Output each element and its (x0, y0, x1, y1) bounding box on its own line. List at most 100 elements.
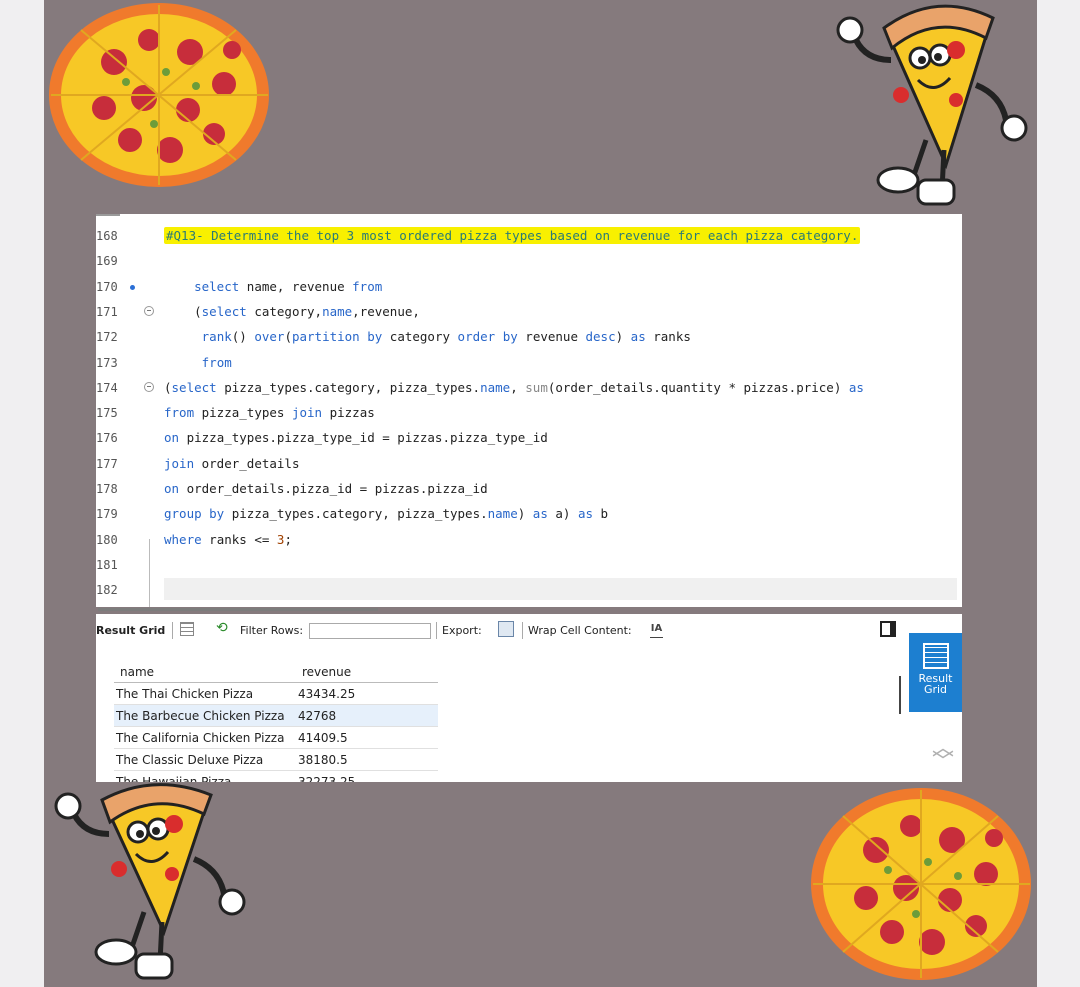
fold-toggle-icon[interactable] (144, 381, 154, 392)
code-token: ranks <= (201, 531, 277, 547)
table-row[interactable]: The Barbecue Chicken Pizza 42768 (114, 704, 438, 727)
table-row[interactable]: The Hawaiian Pizza 32273.25 (114, 770, 438, 782)
line-number: 179 (96, 507, 118, 522)
toolbar-separator (436, 622, 437, 639)
code-token: ,revenue, (352, 303, 420, 319)
result-panel: Result Grid ⟲ Filter Rows: Export: Wrap … (96, 614, 962, 782)
code-line[interactable]: 169 (96, 251, 962, 271)
result-grid-label[interactable]: Result Grid (96, 624, 165, 638)
code-line[interactable]: 178 on order_details.pizza_id = pizzas.pi… (96, 479, 962, 499)
code-token: pizza_types (194, 405, 292, 421)
code-token: (order_details.quantity * pizzas.price) (547, 379, 849, 395)
cell-revenue[interactable]: 38180.5 (296, 748, 438, 771)
cell-name[interactable]: The Classic Deluxe Pizza (114, 748, 296, 771)
code-token: join (164, 455, 195, 471)
code-text: where ranks <= 3; (164, 530, 292, 550)
table-row[interactable]: The California Chicken Pizza 41409.5 (114, 726, 438, 749)
code-text: #Q13- Determine the top 3 most ordered p… (164, 226, 861, 246)
code-text: (select pizza_types.category, pizza_type… (164, 378, 864, 398)
pizza-mascot-icon (836, 4, 1028, 206)
cell-revenue[interactable]: 41409.5 (296, 726, 438, 749)
line-number: 173 (96, 355, 118, 370)
cell-revenue[interactable]: 43434.25 (296, 682, 438, 705)
line-number: 175 (96, 406, 118, 421)
result-grid-table[interactable]: name revenue The Thai Chicken Pizza 43434… (114, 661, 438, 782)
cell-name[interactable]: The Thai Chicken Pizza (114, 682, 296, 705)
cell-name[interactable]: The California Chicken Pizza (114, 726, 296, 749)
code-token: as (630, 329, 646, 345)
code-text: from (164, 353, 232, 373)
side-label-line2: Grid (923, 683, 948, 696)
code-token: sum (525, 379, 548, 395)
code-token: () (231, 329, 255, 345)
chevron-down-icon[interactable]: ﹀ (930, 752, 956, 774)
code-line[interactable]: 177 join order_details (96, 454, 962, 474)
code-line[interactable]: 172 rank() over(partition by category or… (96, 327, 962, 347)
code-token: ) (615, 329, 631, 345)
toolbar-separator (172, 622, 173, 639)
code-line[interactable]: 180 where ranks <= 3; (96, 530, 962, 550)
wrap-cell-icon[interactable]: IA (650, 621, 663, 638)
code-token: from (164, 405, 195, 421)
code-text: select name, revenue from (164, 277, 382, 297)
code-line[interactable]: 174 (select pizza_types.category, pizza_t… (96, 378, 962, 398)
line-number: 181 (96, 557, 118, 572)
panel-chevrons[interactable]: ︿ ﹀ (930, 738, 956, 782)
code-line[interactable]: 181 (96, 555, 962, 575)
code-token: order_details (194, 455, 300, 471)
code-line[interactable]: 179 group by pizza_types.category, pizza_… (96, 504, 962, 524)
column-header-name[interactable]: name (114, 661, 296, 683)
code-token: as (848, 379, 864, 395)
cell-name[interactable]: The Barbecue Chicken Pizza (114, 704, 296, 727)
code-text: (select category,name,revenue, (164, 302, 420, 322)
code-token: b (593, 506, 609, 522)
refresh-icon[interactable]: ⟲ (216, 620, 228, 636)
column-header-revenue[interactable]: revenue (296, 661, 438, 683)
code-token: name (480, 379, 511, 395)
code-line[interactable]: 171 (select category,name,revenue, (96, 302, 962, 322)
code-token: select (171, 379, 217, 395)
code-text: from pizza_types join pizzas (164, 403, 375, 423)
code-token: pizza_types.category, pizza_types. (224, 506, 488, 522)
code-text: on pizza_types.pizza_type_id = pizzas.pi… (164, 428, 548, 448)
code-token: a) (547, 506, 578, 522)
wrap-cell-label: Wrap Cell Content: (528, 624, 632, 637)
sql-editor[interactable]: 168 #Q13- Determine the top 3 most ordere… (96, 214, 962, 607)
line-number: 180 (96, 532, 118, 547)
sql-comment: #Q13- Determine the top 3 most ordered p… (164, 227, 861, 244)
cell-revenue[interactable]: 42768 (296, 704, 438, 727)
code-line[interactable]: 173 from (96, 353, 962, 373)
result-toolbar: Result Grid ⟲ Filter Rows: Export: Wrap … (96, 614, 908, 648)
filter-rows-input[interactable] (309, 623, 431, 639)
code-line[interactable]: 168 #Q13- Determine the top 3 most ordere… (96, 226, 962, 246)
line-number: 169 (96, 254, 118, 269)
cell-name[interactable]: The Hawaiian Pizza (114, 770, 296, 782)
line-number: 171 (96, 304, 118, 319)
result-grid-side-button[interactable]: Result Grid (909, 633, 962, 712)
horizontal-scrollbar[interactable] (98, 608, 378, 611)
code-token: on (164, 481, 180, 496)
cell-revenue[interactable]: 32273.25 (296, 770, 438, 782)
toggle-panel-icon[interactable] (880, 621, 896, 637)
code-line[interactable]: 175 from pizza_types join pizzas (96, 403, 962, 423)
table-row[interactable]: The Classic Deluxe Pizza 38180.5 (114, 748, 438, 771)
code-token: ranks (645, 329, 691, 345)
grid-view-icon[interactable] (180, 622, 194, 636)
export-icon[interactable] (498, 621, 514, 637)
code-token: partition by (291, 329, 383, 345)
fold-toggle-icon[interactable] (144, 305, 154, 316)
line-number: 174 (96, 380, 118, 395)
code-token: over (254, 329, 285, 345)
code-token: pizza_types.category, pizza_types. (216, 379, 481, 395)
fold-guide (149, 539, 150, 607)
code-line[interactable]: 170 select name, revenue from (96, 277, 962, 297)
code-token: order_details.pizza_id = pizzas.pizza_id (179, 481, 488, 496)
current-line-highlight (164, 578, 957, 600)
code-token: ( (164, 303, 202, 319)
line-number: 168 (96, 229, 118, 243)
code-line[interactable]: 176 on pizza_types.pizza_type_id = pizzas… (96, 428, 962, 448)
table-row[interactable]: The Thai Chicken Pizza 43434.25 (114, 682, 438, 705)
pizza-icon (811, 788, 1031, 980)
